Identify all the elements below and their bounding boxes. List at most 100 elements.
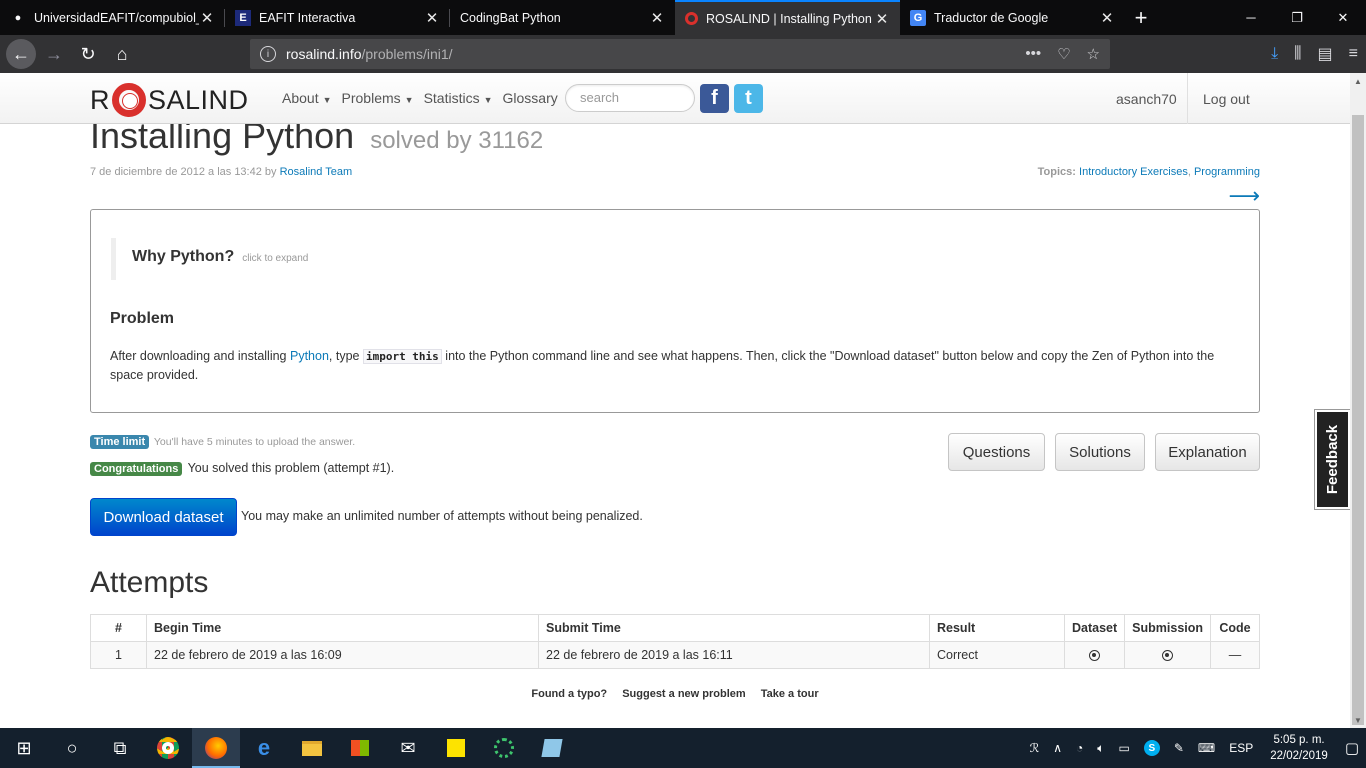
download-submission-icon[interactable] bbox=[1162, 650, 1174, 662]
tab-codingbat[interactable]: CodingBat Python ✕ bbox=[450, 0, 675, 35]
download-dataset-button[interactable]: Download dataset bbox=[90, 498, 237, 536]
feedback-tab[interactable]: Feedback bbox=[1315, 410, 1350, 509]
site-header: R SALIND About ▼ Problems ▼ Statistics ▼ Gl… bbox=[0, 73, 1350, 124]
download-dataset-icon[interactable] bbox=[1089, 650, 1101, 662]
username-link[interactable]: asanch70 bbox=[1116, 91, 1177, 107]
solved-count: solved by 31162 bbox=[370, 127, 544, 154]
scrollbar-thumb[interactable] bbox=[1352, 115, 1364, 725]
close-icon[interactable]: ✕ bbox=[874, 10, 890, 28]
congrats-badge: Congratulations bbox=[90, 462, 183, 476]
facebook-icon[interactable]: f bbox=[700, 84, 729, 113]
reload-button[interactable]: ↻ bbox=[72, 38, 104, 70]
firefox-icon[interactable] bbox=[192, 728, 240, 768]
download-note: You may make an unlimited number of atte… bbox=[241, 509, 643, 523]
battery-icon[interactable]: ▭ bbox=[1119, 741, 1130, 755]
close-icon[interactable]: ✕ bbox=[1099, 9, 1115, 27]
menu-glossary[interactable]: Glossary bbox=[503, 90, 558, 106]
back-button[interactable]: ← bbox=[6, 39, 36, 69]
sidebar-icon[interactable]: ▤ bbox=[1318, 44, 1333, 64]
scroll-down-icon[interactable]: ▼ bbox=[1350, 712, 1366, 728]
page-actions-icon[interactable]: ••• bbox=[1025, 45, 1041, 63]
close-icon[interactable]: ✕ bbox=[649, 9, 665, 27]
close-icon[interactable]: ✕ bbox=[424, 9, 440, 27]
store-icon[interactable] bbox=[336, 728, 384, 768]
suggest-problem-link[interactable]: Suggest a new problem bbox=[622, 688, 745, 700]
topic-link-introductory[interactable]: Introductory Exercises bbox=[1079, 166, 1188, 178]
browser-tab-bar: ● UniversidadEAFIT/compubiol_c ✕ E EAFIT… bbox=[0, 0, 1366, 35]
topic-link-programming[interactable]: Programming bbox=[1194, 166, 1260, 178]
url-bar[interactable]: i rosalind.info/problems/ini1/ ••• ♡ ☆ bbox=[250, 39, 1110, 69]
language-indicator[interactable]: ESP bbox=[1229, 741, 1253, 755]
wifi-icon[interactable]: ◔ bbox=[1076, 741, 1083, 755]
menu-about[interactable]: About ▼ bbox=[282, 90, 332, 106]
problem-heading: Problem bbox=[110, 310, 175, 327]
download-icon[interactable]: ⤓ bbox=[1271, 45, 1278, 63]
why-python-expander[interactable]: Why Python? click to expand bbox=[111, 238, 324, 280]
problem-text: After downloading and installing Python,… bbox=[110, 349, 1215, 382]
task-view-icon[interactable]: ⧉ bbox=[96, 728, 144, 768]
search-input[interactable]: search bbox=[565, 84, 695, 112]
twitter-icon[interactable]: t bbox=[734, 84, 763, 113]
scrollbar[interactable]: ▲ ▼ bbox=[1350, 73, 1366, 728]
menu-problems[interactable]: Problems ▼ bbox=[342, 90, 414, 106]
column-header: Code bbox=[1210, 614, 1260, 642]
pocket-icon[interactable]: ♡ bbox=[1057, 45, 1070, 63]
take-tour-link[interactable]: Take a tour bbox=[761, 688, 819, 700]
next-problem-arrow-icon[interactable]: ⟶ bbox=[1228, 183, 1260, 209]
windows-start-icon[interactable]: ⊞ bbox=[0, 728, 48, 768]
file-explorer-icon[interactable] bbox=[288, 728, 336, 768]
rosalind-logo[interactable]: R SALIND bbox=[90, 83, 249, 117]
info-icon[interactable]: i bbox=[260, 46, 276, 62]
keyboard-icon[interactable]: ⌨ bbox=[1198, 741, 1215, 755]
author-link[interactable]: Rosalind Team bbox=[280, 166, 353, 178]
tab-github[interactable]: ● UniversidadEAFIT/compubiol_c ✕ bbox=[0, 0, 225, 35]
skype-icon[interactable]: S bbox=[1143, 740, 1160, 756]
url-path: /problems/ini1/ bbox=[361, 46, 453, 62]
pen-icon[interactable]: ✎ bbox=[1174, 741, 1184, 755]
column-header: Submission bbox=[1124, 614, 1212, 642]
notepad-icon[interactable] bbox=[528, 728, 576, 768]
chrome-icon[interactable] bbox=[144, 728, 192, 768]
app-ring-icon[interactable] bbox=[480, 728, 528, 768]
forward-button[interactable]: → bbox=[38, 38, 70, 70]
minimize-button[interactable]: ─ bbox=[1228, 0, 1274, 35]
caret-down-icon: ▼ bbox=[483, 95, 493, 105]
sticky-notes-icon[interactable] bbox=[432, 728, 480, 768]
congrats-notice: Congratulations You solved this problem … bbox=[90, 461, 394, 476]
new-tab-button[interactable]: + bbox=[1125, 0, 1157, 35]
scroll-up-icon[interactable]: ▲ bbox=[1350, 73, 1366, 89]
questions-button[interactable]: Questions bbox=[948, 433, 1045, 471]
explanation-button[interactable]: Explanation bbox=[1155, 433, 1260, 471]
python-link[interactable]: Python bbox=[290, 349, 329, 363]
tab-google-translate[interactable]: G Traductor de Google ✕ bbox=[900, 0, 1125, 35]
found-typo-link[interactable]: Found a typo? bbox=[531, 688, 607, 700]
caret-down-icon: ▼ bbox=[322, 95, 332, 105]
code-snippet: import this bbox=[362, 349, 442, 364]
tab-rosalind[interactable]: ROSALIND | Installing Python ✕ bbox=[675, 0, 900, 35]
maximize-button[interactable]: ❐ bbox=[1274, 0, 1320, 35]
logout-link[interactable]: Log out bbox=[1187, 73, 1265, 124]
menu-icon[interactable]: ≡ bbox=[1349, 45, 1358, 63]
clock[interactable]: 5:05 p. m. 22/02/2019 bbox=[1270, 732, 1328, 764]
close-icon[interactable]: ✕ bbox=[199, 9, 215, 27]
window-close-button[interactable]: ✕ bbox=[1320, 0, 1366, 35]
notifications-icon[interactable]: ▢ bbox=[1345, 739, 1359, 757]
home-button[interactable]: ⌂ bbox=[106, 38, 138, 70]
time-limit-badge: Time limit bbox=[90, 435, 150, 449]
people-icon[interactable]: ℛ bbox=[1030, 741, 1040, 755]
edge-icon[interactable]: e bbox=[240, 728, 288, 768]
library-icon[interactable]: ⫼ bbox=[1294, 45, 1301, 63]
cortana-search-icon[interactable]: ○ bbox=[48, 728, 96, 768]
google-translate-icon: G bbox=[910, 9, 926, 26]
attempts-heading: Attempts bbox=[90, 566, 209, 599]
mail-icon[interactable]: ✉ bbox=[384, 728, 432, 768]
bookmark-star-icon[interactable]: ☆ bbox=[1087, 45, 1100, 63]
column-header: Dataset bbox=[1063, 614, 1126, 642]
solutions-button[interactable]: Solutions bbox=[1055, 433, 1145, 471]
table-row: 1 22 de febrero de 2019 a las 16:09 22 d… bbox=[90, 641, 1260, 669]
volume-icon[interactable]: 🔈︎ bbox=[1097, 741, 1104, 756]
chevron-up-icon[interactable]: ∧ bbox=[1053, 741, 1062, 755]
time-limit-notice: Time limit You'll have 5 minutes to uplo… bbox=[90, 435, 355, 449]
tab-eafit[interactable]: E EAFIT Interactiva ✕ bbox=[225, 0, 450, 35]
menu-statistics[interactable]: Statistics ▼ bbox=[424, 90, 493, 106]
